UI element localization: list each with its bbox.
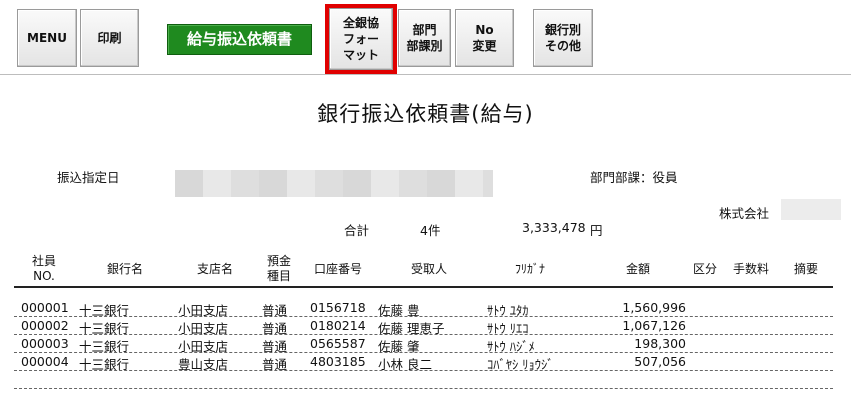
table-row: 000002 十三銀行 小田支店 普通 0180214 佐藤 理恵子 ｻﾄｳ ﾘ… — [0, 317, 851, 336]
cell-type: 普通 — [262, 357, 288, 372]
cell-account: 4803185 — [310, 354, 366, 369]
bank-other-button[interactable]: 銀行別 その他 — [533, 9, 593, 67]
col-fee: 手数料 — [732, 262, 769, 276]
cell-no: 000003 — [21, 336, 69, 351]
page-title: 銀行振込依頼書(給与) — [317, 102, 534, 126]
cell-amount: 1,067,126 — [622, 318, 686, 333]
no-change-button[interactable]: No 変更 — [455, 9, 514, 67]
cell-account: 0565587 — [310, 336, 366, 351]
row-rule — [14, 388, 833, 389]
cell-account: 0180214 — [310, 318, 366, 333]
cell-amount: 198,300 — [634, 336, 686, 351]
dept-label: 部門部課：役員 — [590, 170, 678, 185]
col-category: 区分 — [692, 262, 717, 276]
zengin-format-button[interactable]: 全銀協 フォー マット — [325, 4, 397, 74]
print-button[interactable]: 印刷 — [80, 9, 139, 67]
col-branch: 支店名 — [196, 262, 233, 276]
col-bank: 銀行名 — [106, 262, 143, 276]
header-rule — [14, 286, 833, 288]
menu-button[interactable]: MENU — [17, 9, 77, 67]
cell-kana: ｺﾊﾞﾔｼ ﾘｮｳｼﾞ — [487, 357, 554, 372]
col-note: 摘要 — [793, 262, 818, 276]
dept-section-button[interactable]: 部門 部課別 — [398, 9, 451, 67]
cell-account: 0156718 — [310, 300, 366, 315]
col-payee: 受取人 — [410, 262, 447, 276]
cell-no: 000001 — [21, 300, 69, 315]
total-amount: 3,333,478 — [522, 220, 586, 235]
total-label: 合計 — [344, 223, 370, 238]
table-row: 000004 十三銀行 豊山支店 普通 4803185 小林 良二 ｺﾊﾞﾔｼ … — [0, 353, 851, 372]
cell-amount: 507,056 — [634, 354, 686, 369]
table-row: 000003 十三銀行 小田支店 普通 0565587 佐藤 肇 ｻﾄｳ ﾊｼﾞ… — [0, 335, 851, 354]
col-kana: ﾌﾘｶﾞﾅ — [514, 262, 545, 276]
total-count: 4件 — [420, 223, 441, 238]
salary-transfer-button[interactable]: 給与振込依頼書 — [167, 24, 312, 55]
redacted-company — [781, 199, 841, 220]
cell-payee: 小林 良二 — [378, 357, 432, 372]
cell-no: 000004 — [21, 354, 69, 369]
col-employee-no: 社員 NO. — [31, 254, 56, 283]
col-amount: 金額 — [625, 262, 650, 276]
cell-no: 000002 — [21, 318, 69, 333]
cell-branch: 豊山支店 — [178, 357, 229, 372]
company-label: 株式会社 — [719, 206, 770, 221]
toolbar: MENU 印刷 給与振込依頼書 全銀協 フォー マット 部門 部課別 No 変更… — [0, 0, 851, 75]
cell-amount: 1,560,996 — [622, 300, 686, 315]
cell-bank: 十三銀行 — [79, 357, 130, 372]
table-row: 000001 十三銀行 小田支店 普通 0156718 佐藤 豊 ｻﾄｳ ﾕﾀｶ… — [0, 299, 851, 318]
currency-label: 円 — [590, 223, 603, 238]
transfer-date-label: 振込指定日 — [57, 170, 120, 185]
redacted-date — [175, 170, 493, 197]
col-deposit-type: 預金 種目 — [266, 254, 291, 283]
col-account: 口座番号 — [313, 262, 362, 276]
